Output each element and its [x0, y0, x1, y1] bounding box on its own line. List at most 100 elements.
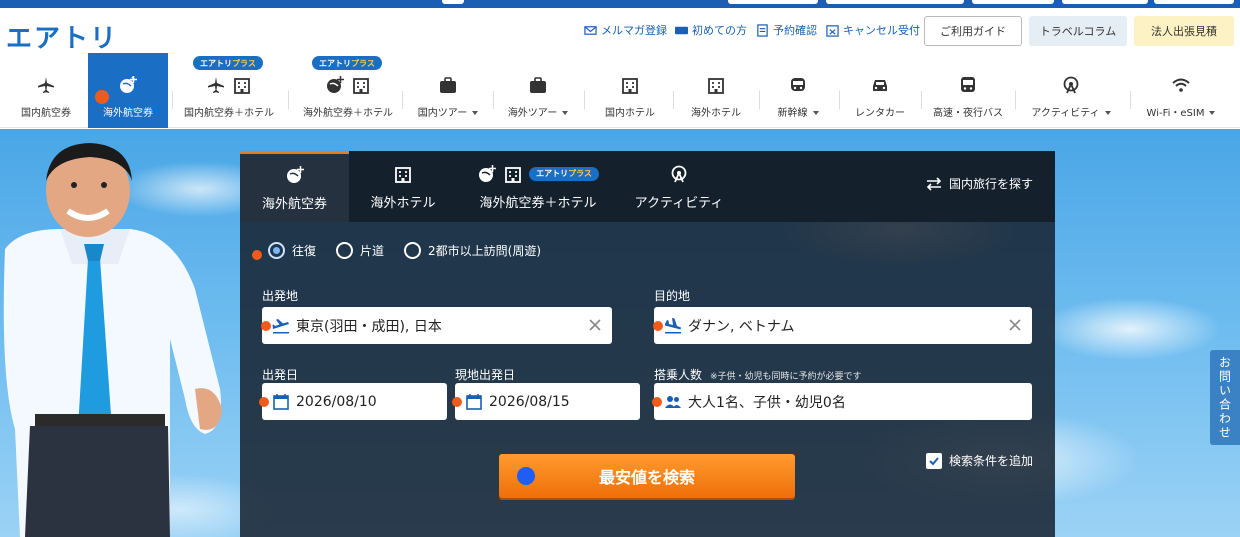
- passengers-label: 搭乗人数 ※子供・幼児も同時に予約が必要です: [654, 368, 862, 382]
- depart-date-input[interactable]: 2026/08/10: [262, 383, 447, 420]
- globe-hotel-icon: エアトリ プラス: [477, 163, 599, 185]
- tab-international-hotels[interactable]: 海外ホテル: [355, 151, 451, 222]
- site-header: エアトリ メルマガ登録 初めての方 予約確認 キャンセル受付 ご利用ガイド トラ…: [0, 8, 1240, 128]
- airtrip-plus-badge: エアトリ プラス: [529, 166, 599, 181]
- site-logo[interactable]: エアトリ: [6, 18, 118, 55]
- nav-divider: [839, 91, 840, 109]
- top-strip-tab[interactable]: [826, 0, 964, 4]
- top-strip-tab[interactable]: [1154, 0, 1234, 4]
- marker-dot: [259, 397, 269, 407]
- arrival-plane-icon: [664, 317, 682, 335]
- nav-international-hotels[interactable]: 海外ホテル: [674, 53, 758, 128]
- nav-domestic-flights[interactable]: 国内航空券: [5, 53, 87, 128]
- swap-arrows-icon: [926, 176, 942, 191]
- top-strip-tab[interactable]: [442, 0, 464, 4]
- reservation-check-link[interactable]: 予約確認: [756, 22, 817, 38]
- nav-highway-bus[interactable]: 高速・夜行バス: [926, 53, 1010, 128]
- top-strip-tab[interactable]: [972, 0, 1054, 4]
- chevron-down-icon: [562, 111, 569, 115]
- chevron-down-icon: [1104, 111, 1111, 115]
- depart-date-label: 出発日: [262, 368, 299, 382]
- nav-domestic-tours[interactable]: 国内ツアー: [405, 53, 491, 128]
- nav-international-flight-hotel[interactable]: 海外航空券＋ホテル: [296, 53, 400, 128]
- radio-one-way[interactable]: 片道: [336, 242, 384, 259]
- calendar-icon: [272, 393, 290, 411]
- tab-international-flight-hotel[interactable]: エアトリ プラス 海外航空券＋ホテル: [465, 151, 611, 222]
- clear-icon[interactable]: [1006, 316, 1024, 334]
- nav-activities[interactable]: アクティビティ: [1022, 53, 1120, 128]
- nav-shinkansen[interactable]: 新幹線: [760, 53, 836, 128]
- nav-wifi-esim[interactable]: Wi-Fi・eSIM: [1136, 53, 1226, 128]
- new-icon: [675, 26, 688, 34]
- destination-label: 目的地: [654, 289, 691, 303]
- marker-dot: [653, 321, 663, 331]
- radio-round-trip[interactable]: 往復: [268, 242, 316, 259]
- marker-dot: [452, 397, 462, 407]
- ferris-wheel-icon: [669, 163, 689, 185]
- return-date-input[interactable]: 2026/08/15: [455, 383, 640, 420]
- mascot-person-illustration: [3, 143, 222, 537]
- travel-column-button[interactable]: トラベルコラム: [1029, 16, 1127, 46]
- search-tabs: 海外航空券 海外ホテル エアトリ プラス 海外航空券＋ホテル アクティビティ 国…: [240, 151, 1055, 222]
- tab-activities[interactable]: アクティビティ: [625, 151, 733, 222]
- bus-icon: [957, 74, 979, 96]
- service-nav: エアトリ プラス エアトリ プラス 国内航空券 海外航空券 国内航空券＋ホテル 海外…: [0, 53, 1240, 128]
- globe-plane-icon: [117, 74, 139, 96]
- origin-label: 出発地: [262, 289, 299, 303]
- car-icon: [869, 74, 891, 96]
- passengers-input[interactable]: 大人1名、子供・幼児0名: [654, 383, 1032, 420]
- destination-input[interactable]: ダナン, ベトナム: [654, 307, 1032, 344]
- globe-hotel-icon: [323, 74, 373, 96]
- cancel-calendar-icon: [826, 24, 839, 37]
- cancel-link[interactable]: キャンセル受付: [826, 22, 920, 38]
- nav-divider: [759, 91, 760, 109]
- origin-input[interactable]: 東京(羽田・成田), 日本: [262, 307, 612, 344]
- first-time-link[interactable]: 初めての方: [675, 22, 747, 38]
- wifi-icon: [1170, 74, 1192, 96]
- suitcase-icon: [527, 74, 549, 96]
- marker-dot: [261, 321, 271, 331]
- tab-international-flights[interactable]: 海外航空券: [240, 151, 349, 222]
- add-conditions-toggle[interactable]: 検索条件を追加: [925, 452, 1033, 469]
- top-strip-tab[interactable]: [728, 0, 818, 4]
- nav-divider: [402, 91, 403, 109]
- return-date-label: 現地出発日: [455, 368, 516, 382]
- top-strip-tab[interactable]: [1062, 0, 1148, 4]
- nav-divider: [1015, 91, 1016, 109]
- marker-dot: [252, 250, 262, 260]
- suitcase-icon: [437, 74, 459, 96]
- nav-rental-car[interactable]: レンタカー: [842, 53, 918, 128]
- ferris-wheel-icon: [1060, 74, 1082, 96]
- globe-plane-icon: [285, 164, 305, 186]
- guide-button[interactable]: ご利用ガイド: [924, 16, 1022, 46]
- clear-icon[interactable]: [586, 316, 604, 334]
- marker-dot: [95, 90, 109, 104]
- chevron-down-icon: [812, 111, 819, 115]
- search-panel: 海外航空券 海外ホテル エアトリ プラス 海外航空券＋ホテル アクティビティ 国…: [240, 151, 1055, 537]
- nav-domestic-hotels[interactable]: 国内ホテル: [588, 53, 672, 128]
- top-strip: [0, 0, 1240, 8]
- nav-international-tours[interactable]: 海外ツアー: [495, 53, 581, 128]
- people-icon: [664, 393, 682, 411]
- contact-side-tab[interactable]: お問い合わせ: [1210, 350, 1240, 445]
- domestic-travel-link[interactable]: 国内旅行を探す: [925, 175, 1033, 192]
- airplane-icon: [35, 74, 57, 96]
- chevron-down-icon: [472, 111, 479, 115]
- train-icon: [787, 74, 809, 96]
- search-lowest-price-button[interactable]: 最安値を検索: [499, 454, 795, 498]
- plane-hotel-icon: [204, 74, 254, 96]
- trip-type-radios: 往復 片道 2都市以上訪問(周遊): [268, 242, 541, 259]
- calendar-icon: [465, 393, 483, 411]
- chevron-down-icon: [1209, 111, 1216, 115]
- nav-divider: [673, 91, 674, 109]
- corporate-estimate-button[interactable]: 法人出張見積: [1134, 16, 1234, 46]
- document-icon: [757, 23, 768, 37]
- mail-signup-link[interactable]: メルマガ登録: [584, 22, 667, 38]
- hotel-icon: [619, 74, 641, 96]
- hotel-icon: [393, 163, 413, 185]
- radio-multi-city[interactable]: 2都市以上訪問(周遊): [404, 242, 541, 259]
- departure-plane-icon: [272, 317, 290, 335]
- nav-divider: [493, 91, 494, 109]
- nav-domestic-flight-hotel[interactable]: 国内航空券＋ホテル: [177, 53, 281, 128]
- marker-dot: [517, 467, 535, 485]
